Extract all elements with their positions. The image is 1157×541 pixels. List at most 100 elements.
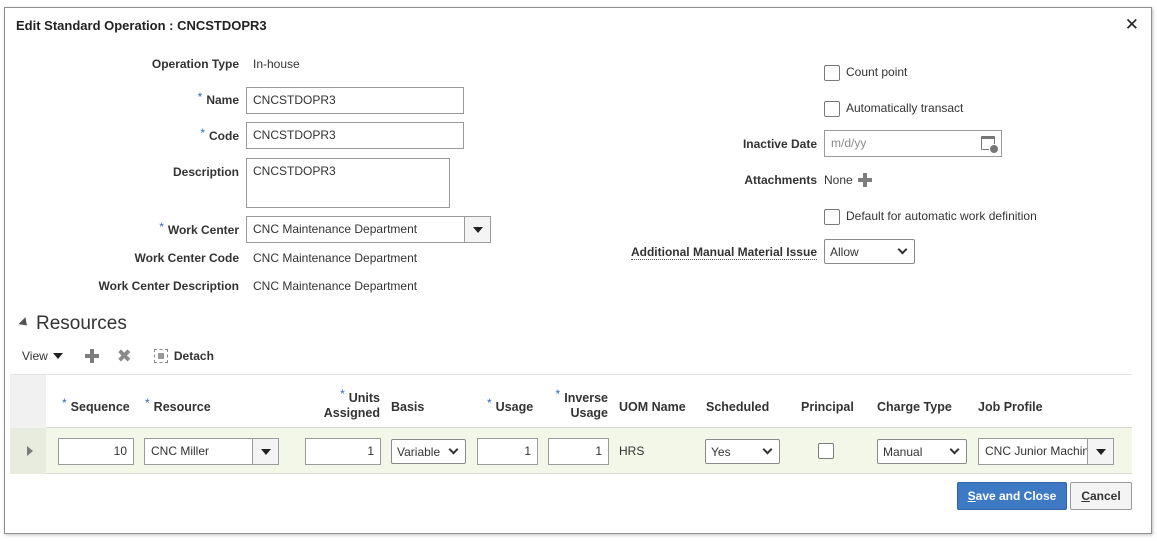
required-indicator: * [340, 387, 345, 401]
delete-x-icon: ✖ [116, 346, 132, 366]
basis-select[interactable]: Variable [391, 439, 466, 464]
resource-value: CNC Miller [151, 444, 209, 458]
units-assigned-input[interactable]: 1 [305, 438, 381, 465]
scheduled-value: Yes [711, 444, 731, 459]
resource-combobox[interactable]: CNC Miller [144, 438, 279, 465]
description-textarea[interactable]: CNCSTDOPR3 [246, 158, 450, 208]
job-profile-combobox[interactable]: CNC Junior Machin [978, 438, 1114, 465]
column-header-charge-type: Charge Type [877, 400, 952, 414]
code-input[interactable]: CNCSTDOPR3 [246, 122, 464, 149]
chevron-down-icon [448, 444, 459, 455]
work-center-value: CNC Maintenance Department [253, 222, 418, 236]
column-header-job-profile: Job Profile [978, 400, 1043, 414]
resource-dropdown-button[interactable] [252, 439, 278, 464]
calendar-icon[interactable] [981, 136, 999, 154]
required-indicator: * [62, 396, 67, 410]
attachments-value: None [824, 173, 853, 187]
column-header-basis: Basis [391, 400, 425, 414]
column-units-line2: Assigned [323, 406, 380, 420]
description-label: Description [172, 165, 239, 179]
caret-down-icon [52, 353, 63, 359]
work-center-code-label: Work Center Code [134, 251, 239, 265]
work-center-label: * Work Center [60, 220, 239, 237]
chevron-down-icon [897, 244, 908, 255]
expand-row-icon[interactable] [27, 446, 33, 456]
detach-label: Detach [173, 349, 214, 363]
column-header-sequence: * Sequence [62, 396, 130, 415]
additional-issue-value: Allow [830, 244, 859, 259]
usage-input[interactable]: 1 [477, 438, 538, 465]
work-center-combobox[interactable]: CNC Maintenance Department [246, 216, 491, 243]
count-point-checkbox[interactable] [824, 65, 840, 81]
column-header-uom-name: UOM Name [619, 400, 686, 414]
auto-transact-label: Automatically transact [846, 101, 964, 115]
add-row-button[interactable] [84, 349, 99, 363]
collapse-triangle-icon[interactable] [18, 316, 31, 329]
additional-issue-select[interactable]: Allow [824, 239, 915, 264]
code-label-text: Code [209, 129, 239, 143]
required-indicator: * [487, 396, 492, 410]
table-header: * Sequence * Resource * Units Assigned Basis… [10, 374, 1132, 428]
save-and-close-button[interactable]: Save and Close [957, 482, 1067, 510]
delete-row-button[interactable]: ✖ [116, 346, 132, 366]
inactive-date-input[interactable]: m/d/yy [824, 130, 1002, 157]
resources-section-header[interactable]: Resources [18, 313, 127, 335]
job-profile-dropdown-button[interactable] [1087, 439, 1113, 464]
resources-toolbar: View ✖ Detach [22, 346, 214, 366]
resources-table: * Sequence * Resource * Units Assigned Basis… [10, 374, 1132, 474]
job-profile-value: CNC Junior Machin [985, 444, 1087, 458]
close-icon[interactable]: ✕ [1125, 15, 1139, 35]
name-input[interactable]: CNCSTDOPR3 [246, 87, 464, 114]
chevron-down-icon [949, 444, 960, 455]
cancel-button[interactable]: Cancel [1070, 482, 1132, 510]
column-inverse-line2: Usage [570, 406, 608, 420]
name-label: * Name [60, 90, 239, 107]
dialog-title: Edit Standard Operation : CNCSTDOPR3 [16, 18, 267, 33]
basis-value: Variable [397, 444, 441, 459]
detach-icon [153, 349, 168, 363]
inverse-usage-input[interactable]: 1 [548, 438, 609, 465]
table-row[interactable]: 10 CNC Miller 1 Variable 1 1 HRS Yes Man… [10, 428, 1132, 474]
required-indicator: * [145, 396, 150, 410]
column-header-resource: * Resource [145, 396, 211, 415]
column-units-line1: Units [348, 391, 380, 405]
column-header-usage: * Usage [487, 396, 534, 415]
principal-checkbox[interactable] [818, 443, 834, 459]
column-usage-text: Usage [495, 400, 534, 414]
work-center-label-text: Work Center [167, 223, 239, 237]
caret-down-icon [260, 448, 271, 455]
auto-transact-checkbox[interactable] [824, 101, 840, 117]
inactive-date-label: Inactive Date [742, 137, 817, 151]
column-header-inverse-usage: * Inverse Usage [540, 387, 608, 421]
view-menu[interactable]: View [22, 349, 63, 363]
work-center-code-value: CNC Maintenance Department [253, 251, 418, 265]
header-gutter [10, 375, 46, 428]
cancel-label: Cancel [1081, 489, 1121, 503]
additional-issue-label-text: Additional Manual Material Issue [630, 245, 817, 260]
operation-type-label: Operation Type [151, 57, 239, 71]
caret-down-icon [1095, 448, 1106, 455]
save-and-close-label: Save and Close [967, 489, 1057, 503]
default-work-definition-checkbox[interactable] [824, 209, 840, 225]
required-indicator: * [200, 126, 205, 140]
chevron-down-icon [762, 444, 773, 455]
required-indicator: * [555, 387, 561, 401]
caret-down-icon [472, 226, 483, 233]
add-attachment-icon[interactable] [858, 173, 872, 187]
charge-type-value: Manual [883, 444, 923, 459]
column-header-units-assigned: * Units Assigned [310, 387, 380, 421]
scheduled-select[interactable]: Yes [705, 439, 780, 464]
view-label: View [22, 349, 48, 363]
count-point-label: Count point [846, 65, 908, 79]
column-header-scheduled: Scheduled [706, 400, 770, 414]
operation-type-value: In-house [253, 57, 300, 71]
column-inverse-line1: Inverse [564, 391, 608, 405]
work-center-dropdown-button[interactable] [464, 217, 490, 242]
column-resource-text: Resource [153, 400, 211, 414]
row-gutter[interactable] [10, 428, 46, 474]
sequence-input[interactable]: 10 [58, 438, 134, 465]
column-sequence-text: Sequence [70, 400, 130, 414]
charge-type-select[interactable]: Manual [877, 439, 967, 464]
detach-button[interactable]: Detach [153, 349, 214, 363]
default-work-definition-label: Default for automatic work definition [846, 209, 1037, 223]
